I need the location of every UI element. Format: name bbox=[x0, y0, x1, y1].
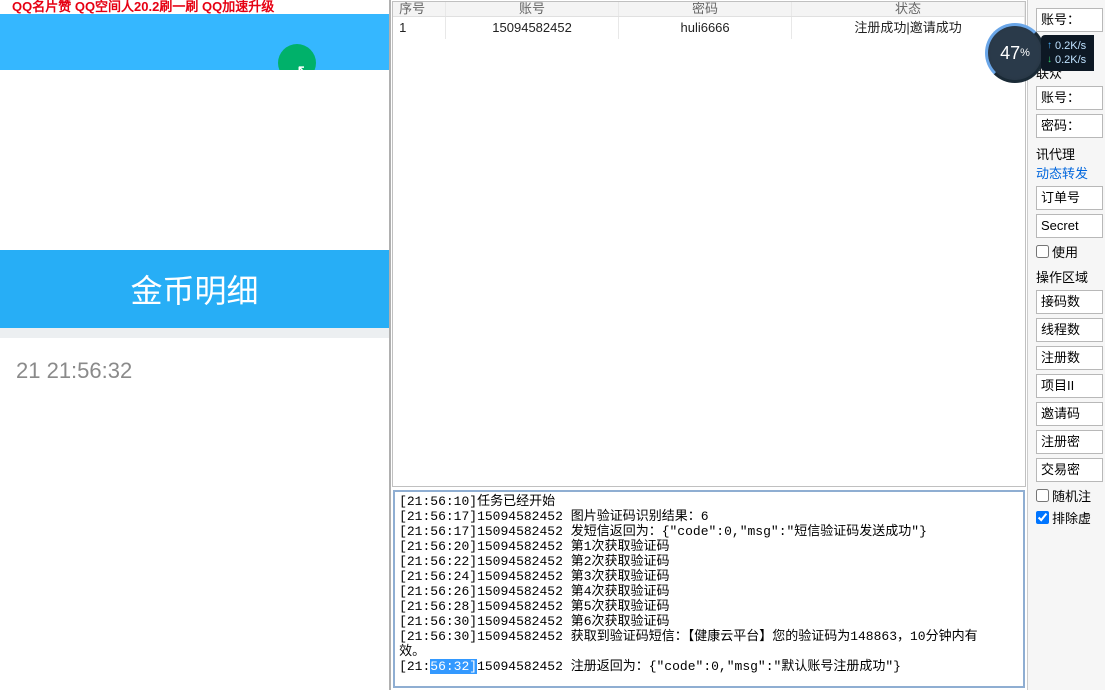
register-pwd-field[interactable]: 注册密 bbox=[1036, 430, 1103, 454]
dynamic-forward-link[interactable]: 动态转发 bbox=[1036, 163, 1103, 182]
preview-info-card: 21 21:56:32 bbox=[0, 338, 389, 500]
net-speed-up-row: ↑ 0.2K/s bbox=[1047, 39, 1086, 53]
register-count-field[interactable]: 注册数 bbox=[1036, 346, 1103, 370]
log-line: [21:56:20]15094582452 第1次获取验证码 bbox=[399, 539, 1019, 554]
cpu-usage-suffix: % bbox=[1020, 47, 1030, 59]
secret-field[interactable]: Secret bbox=[1036, 214, 1103, 238]
arrow-up-icon: ↑ bbox=[1047, 39, 1052, 53]
preview-bottom-card bbox=[0, 480, 389, 690]
project-id-field[interactable]: 项目II bbox=[1036, 374, 1103, 398]
log-ts-selection: 56:32] bbox=[430, 659, 477, 674]
cell-index: 1 bbox=[393, 17, 446, 39]
device-preview-pane: QQ名片赞 QQ空间人20.2刷一刷 QQ加速升级 ↖ 金币明细 21 21:5… bbox=[0, 0, 391, 690]
table-row[interactable]: 1 15094582452 huli6666 注册成功|邀请成功 bbox=[393, 17, 1025, 39]
cell-account: 15094582452 bbox=[446, 17, 619, 39]
net-upload-speed: 0.2K/s bbox=[1055, 39, 1086, 53]
coin-detail-label: 金币明细 bbox=[131, 266, 259, 312]
preview-body: 金币明细 21 21:56:32 bbox=[0, 70, 389, 690]
log-line: [21:56:30]15094582452 获取到验证码短信：【健康云平台】您的… bbox=[399, 629, 1019, 644]
preview-white-card bbox=[0, 70, 389, 250]
use-checkbox-row[interactable]: 使用 bbox=[1036, 242, 1103, 261]
log-line: [21:56:26]15094582452 第4次获取验证码 bbox=[399, 584, 1019, 599]
cpu-usage-value: 47 bbox=[1000, 43, 1020, 64]
log-ts-prefix: [21: bbox=[399, 659, 430, 674]
accounts-table[interactable]: 序号 账号 密码 状态 1 15094582452 huli6666 注册成功|… bbox=[392, 1, 1026, 487]
random-register-row[interactable]: 随机注 bbox=[1036, 486, 1103, 505]
app-marquee: QQ名片赞 QQ空间人20.2刷一刷 QQ加速升级 bbox=[0, 0, 389, 14]
table-header-row: 序号 账号 密码 状态 bbox=[393, 2, 1025, 17]
main-pane: 序号 账号 密码 状态 1 15094582452 huli6666 注册成功|… bbox=[391, 0, 1028, 690]
exclude-checkbox[interactable] bbox=[1036, 511, 1049, 524]
use-checkbox-label: 使用 bbox=[1052, 242, 1078, 261]
recv-count-field[interactable]: 接码数 bbox=[1036, 290, 1103, 314]
password-field[interactable]: 密码： bbox=[1036, 114, 1103, 138]
invite-code-field[interactable]: 邀请码 bbox=[1036, 402, 1103, 426]
network-overlay[interactable]: 47% ↑ 0.2K/s ↓ 0.2K/s bbox=[985, 24, 1105, 82]
exclude-row[interactable]: 排除虚 bbox=[1036, 508, 1103, 527]
trade-pwd-field[interactable]: 交易密 bbox=[1036, 458, 1103, 482]
exclude-label: 排除虚 bbox=[1052, 508, 1091, 527]
log-line: [21:56:28]15094582452 第5次获取验证码 bbox=[399, 599, 1019, 614]
col-header-status: 状态 bbox=[792, 2, 1025, 16]
account2-field[interactable]: 账号： bbox=[1036, 86, 1103, 110]
use-checkbox[interactable] bbox=[1036, 245, 1049, 258]
net-download-speed: 0.2K/s bbox=[1055, 53, 1086, 67]
log-line: [21:56:10]任务已经开始 bbox=[399, 494, 1019, 509]
log-line: [21:56:30]15094582452 第6次获取验证码 bbox=[399, 614, 1019, 629]
preview-timestamp: 21 21:56:32 bbox=[16, 354, 373, 387]
cell-password: huli6666 bbox=[619, 17, 792, 39]
col-header-password: 密码 bbox=[619, 2, 792, 16]
proxy-label: 讯代理 bbox=[1036, 144, 1103, 163]
net-speed-down-row: ↓ 0.2K/s bbox=[1047, 53, 1086, 67]
log-line: [21:56:17]15094582452 图片验证码识别结果：6 bbox=[399, 509, 1019, 524]
random-register-checkbox[interactable] bbox=[1036, 489, 1049, 502]
log-tail: 15094582452 注册返回为：{"code":0,"msg":"默认账号注… bbox=[477, 659, 901, 674]
log-line: 效。 bbox=[399, 644, 1019, 659]
ops-area-label: 操作区域 bbox=[1036, 267, 1103, 286]
log-line-selected: [21:56:32]15094582452 注册返回为：{"code":0,"m… bbox=[399, 659, 1019, 674]
coin-detail-bar[interactable]: 金币明细 bbox=[0, 250, 389, 328]
log-panel[interactable]: [21:56:10]任务已经开始 [21:56:17]15094582452 图… bbox=[393, 490, 1025, 688]
random-register-label: 随机注 bbox=[1052, 486, 1091, 505]
order-field[interactable]: 订单号 bbox=[1036, 186, 1103, 210]
log-line: [21:56:17]15094582452 发短信返回为：{"code":0,"… bbox=[399, 524, 1019, 539]
net-speed-box: ↑ 0.2K/s ↓ 0.2K/s bbox=[1041, 35, 1094, 71]
log-line: [21:56:22]15094582452 第2次获取验证码 bbox=[399, 554, 1019, 569]
log-line: [21:56:24]15094582452 第3次获取验证码 bbox=[399, 569, 1019, 584]
preview-top-blue-bar: ↖ bbox=[0, 14, 389, 70]
app-root: QQ名片赞 QQ空间人20.2刷一刷 QQ加速升级 ↖ 金币明细 21 21:5… bbox=[0, 0, 1105, 690]
cpu-usage-gauge[interactable]: 47% bbox=[985, 23, 1045, 83]
thread-count-field[interactable]: 线程数 bbox=[1036, 318, 1103, 342]
col-header-account: 账号 bbox=[446, 2, 619, 16]
col-header-index: 序号 bbox=[393, 2, 446, 16]
settings-pane: 账号： 打码平台 联众 账号： 密码： 讯代理 动态转发 订单号 Secret … bbox=[1028, 0, 1105, 690]
arrow-down-icon: ↓ bbox=[1047, 53, 1052, 67]
